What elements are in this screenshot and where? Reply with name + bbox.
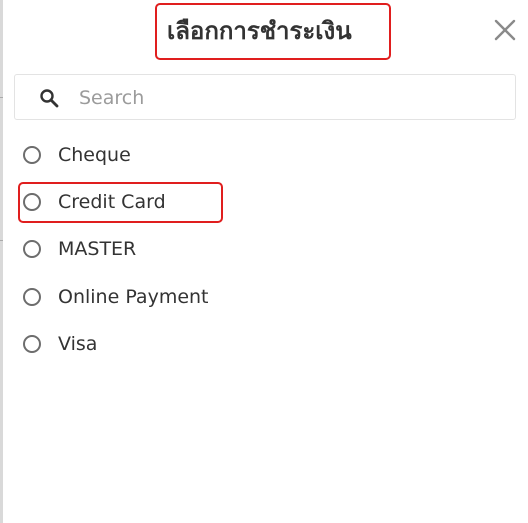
payment-option-label: Visa — [58, 333, 98, 355]
radio-button[interactable] — [23, 335, 41, 353]
payment-option-label: Cheque — [58, 144, 131, 166]
payment-option-label: Online Payment — [58, 286, 209, 308]
radio-button[interactable] — [23, 288, 41, 306]
payment-option-master[interactable]: MASTER — [23, 234, 323, 264]
payment-method-dialog: เลือกการชำระเงิน Cheque Credit Card MAST… — [3, 0, 528, 523]
close-icon — [494, 19, 516, 41]
search-icon — [40, 89, 59, 108]
title-highlight-box — [155, 3, 391, 60]
radio-button[interactable] — [23, 146, 41, 164]
radio-button[interactable] — [23, 240, 41, 258]
search-input[interactable] — [77, 83, 501, 113]
payment-option-visa[interactable]: Visa — [23, 329, 323, 359]
payment-option-label: MASTER — [58, 238, 137, 260]
close-button[interactable] — [491, 16, 519, 44]
payment-option-cheque[interactable]: Cheque — [23, 140, 323, 170]
search-box[interactable] — [14, 74, 516, 120]
payment-option-online-payment[interactable]: Online Payment — [23, 282, 323, 312]
credit-card-highlight-box — [18, 182, 223, 223]
